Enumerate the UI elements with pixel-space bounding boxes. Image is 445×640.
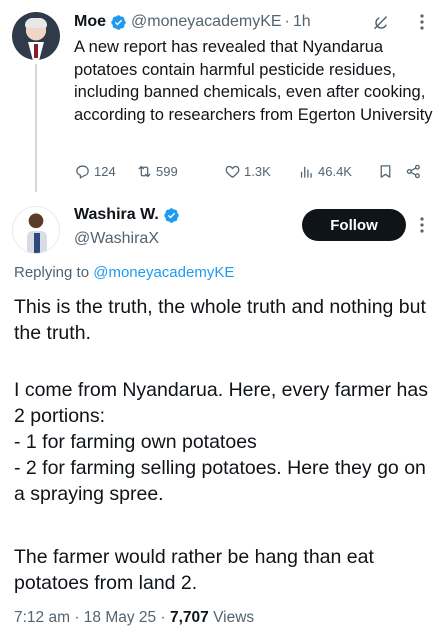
separator-dot: · bbox=[70, 609, 84, 626]
author-name[interactable]: Moe bbox=[74, 13, 106, 31]
parent-tweet[interactable]: Moe @moneyacademyKE · 1h A new report ha… bbox=[0, 0, 445, 192]
tweet-meta: 7:12 am · 18 May 25 · 7,707 Views bbox=[14, 609, 254, 627]
replying-to: Replying to @moneyacademyKE bbox=[14, 264, 234, 281]
tweet-paragraph: I come from Nyandarua. Here, every farme… bbox=[14, 379, 428, 505]
share-icon bbox=[406, 164, 420, 178]
share-button[interactable] bbox=[405, 163, 425, 180]
tweet-time[interactable]: 7:12 am bbox=[14, 609, 70, 626]
views-label: Views bbox=[208, 609, 255, 626]
more-vertical-icon[interactable] bbox=[419, 215, 425, 235]
avatar[interactable] bbox=[12, 12, 60, 60]
avatar-tie bbox=[34, 233, 40, 253]
separator-dot: · bbox=[284, 13, 290, 30]
views-bar-chart-icon bbox=[300, 166, 312, 178]
like-count: 1.3K bbox=[244, 163, 271, 179]
like-button[interactable]: 1.3K bbox=[224, 163, 271, 180]
avatar-tie bbox=[34, 44, 38, 58]
verified-badge-icon bbox=[164, 207, 179, 223]
author-handle[interactable]: @WashiraX bbox=[74, 230, 159, 248]
reply-count: 124 bbox=[94, 163, 116, 179]
views-count: 46.4K bbox=[318, 163, 352, 179]
more-vertical-icon[interactable] bbox=[419, 12, 425, 32]
thread-line bbox=[35, 64, 37, 192]
views-count: 7,707 bbox=[169, 609, 209, 626]
bookmark-icon bbox=[380, 164, 391, 178]
repost-count: 599 bbox=[156, 163, 178, 179]
tweet-text: A new report has revealed that Nyandarua… bbox=[74, 38, 433, 124]
follow-button[interactable]: Follow bbox=[302, 209, 406, 241]
reply-button[interactable]: 124 bbox=[74, 163, 116, 180]
avatar-hair bbox=[25, 18, 47, 28]
heart-icon bbox=[225, 165, 240, 178]
repost-icon bbox=[138, 165, 151, 177]
avatar[interactable] bbox=[12, 206, 60, 254]
author-name[interactable]: Washira W. bbox=[74, 206, 159, 224]
tweet-header: Moe @moneyacademyKE · 1h bbox=[74, 10, 311, 34]
tweet-time[interactable]: 1h bbox=[293, 13, 311, 31]
separator-dot: · bbox=[156, 609, 170, 626]
reply-author-name-row: Washira W. bbox=[74, 206, 184, 224]
replying-prefix: Replying to bbox=[14, 264, 94, 281]
tweet-paragraph: The farmer would rather be hang than eat… bbox=[14, 546, 374, 594]
grok-icon[interactable] bbox=[372, 14, 390, 32]
bookmark-button[interactable] bbox=[377, 163, 397, 180]
tweet-date[interactable]: 18 May 25 bbox=[84, 609, 156, 626]
author-handle[interactable]: @moneyacademyKE bbox=[131, 13, 282, 31]
views-button[interactable]: 46.4K bbox=[298, 163, 352, 180]
replying-mention-link[interactable]: @moneyacademyKE bbox=[93, 264, 234, 281]
repost-button[interactable]: 599 bbox=[136, 163, 178, 180]
tweet-paragraph: This is the truth, the whole truth and n… bbox=[14, 296, 426, 344]
verified-badge-icon bbox=[111, 14, 126, 30]
reply-icon bbox=[76, 165, 89, 179]
